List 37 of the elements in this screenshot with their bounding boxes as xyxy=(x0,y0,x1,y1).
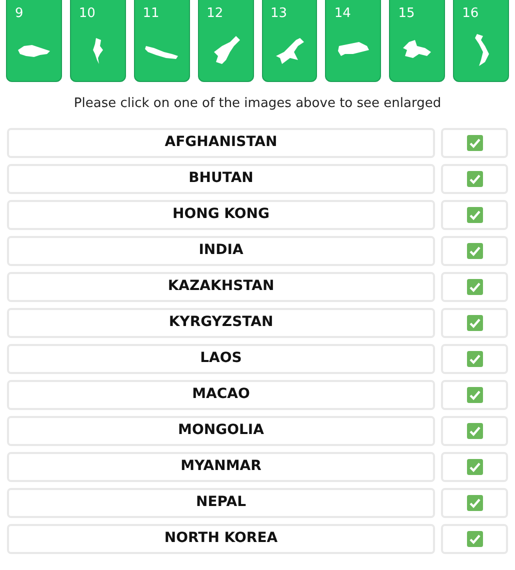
map-card[interactable]: 16 xyxy=(453,0,509,82)
country-name: MONGOLIA xyxy=(7,416,435,446)
country-name: LAOS xyxy=(7,344,435,374)
map-card[interactable]: 14 xyxy=(325,0,382,82)
country-shape-icon xyxy=(276,38,304,64)
country-name: INDIA xyxy=(7,236,435,266)
country-name: MYANMAR xyxy=(7,452,435,482)
country-name: NORTH KOREA xyxy=(7,524,435,554)
country-name: AFGHANISTAN xyxy=(7,128,435,158)
country-name: HONG KONG xyxy=(7,200,435,230)
country-name: MACAO xyxy=(7,380,435,410)
card-number: 11 xyxy=(142,7,160,20)
card-number: 9 xyxy=(15,7,24,20)
card-number: 14 xyxy=(334,7,351,20)
map-card[interactable]: 12 xyxy=(198,0,254,82)
country-shape-icon xyxy=(18,45,50,57)
card-number: 16 xyxy=(462,7,479,20)
card-number: 15 xyxy=(398,7,415,20)
country-name: KYRGYZSTAN xyxy=(7,308,435,338)
map-card[interactable]: 15 xyxy=(389,0,446,82)
map-card[interactable]: 10 xyxy=(70,0,126,82)
map-card[interactable]: 11 xyxy=(134,0,190,82)
country-name: BHUTAN xyxy=(7,164,435,194)
card-number: 10 xyxy=(78,7,96,20)
card-number: 12 xyxy=(206,7,224,20)
instruction-text: Please click on one of the images above to see enlarged xyxy=(72,95,442,113)
country-shape-icon xyxy=(92,38,103,64)
map-card[interactable]: 9 xyxy=(6,0,62,82)
country-shape-icon xyxy=(475,34,490,66)
country-shape-icon xyxy=(338,42,370,56)
country-shape-icon xyxy=(214,36,240,64)
map-card[interactable]: 13 xyxy=(262,0,318,82)
country-name: NEPAL xyxy=(7,488,435,518)
country-shape-icon xyxy=(403,40,432,58)
country-name: KAZAKHSTAN xyxy=(7,272,435,302)
country-shape-icon xyxy=(144,46,178,59)
card-number: 13 xyxy=(270,7,288,20)
